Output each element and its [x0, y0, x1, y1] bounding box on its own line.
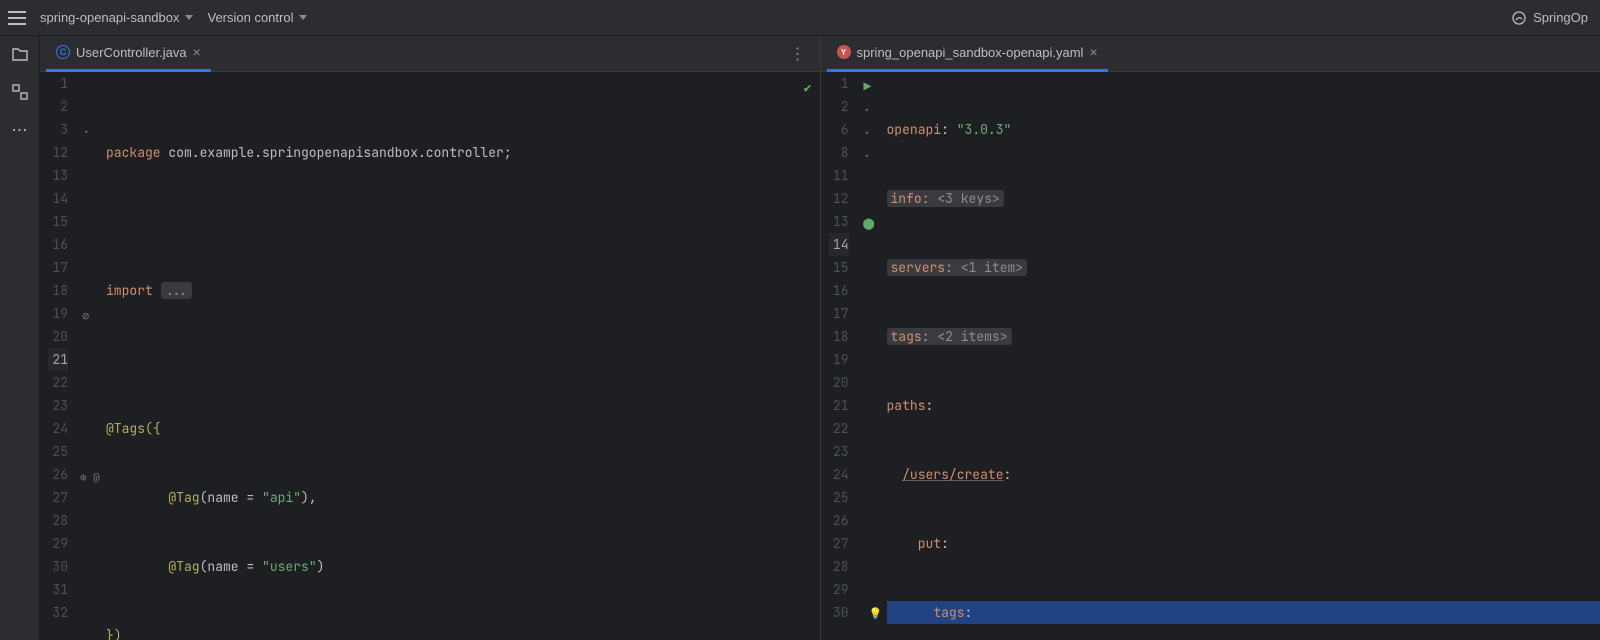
- more-tool-icon[interactable]: ⋯: [10, 120, 30, 140]
- left-gutter-icons: ▸ ⊘ ⊕ @: [80, 72, 100, 640]
- run-gutter-icon[interactable]: ▶: [864, 75, 872, 98]
- editor-split: C UserController.java × ⋮ 1 2 3 12 13 14…: [40, 36, 1600, 640]
- project-name: spring-openapi-sandbox: [40, 10, 179, 25]
- project-tool-icon[interactable]: [10, 44, 30, 64]
- run-config-label: SpringOp: [1533, 10, 1588, 25]
- close-tab-icon[interactable]: ×: [1089, 44, 1097, 60]
- fold-icon[interactable]: ▸: [865, 122, 870, 145]
- tab-label: spring_openapi_sandbox-openapi.yaml: [857, 45, 1084, 60]
- inlay-icon[interactable]: ⊕ @: [80, 467, 100, 490]
- fold-icon[interactable]: ▸: [865, 99, 870, 122]
- tab-openapi-yaml[interactable]: Y spring_openapi_sandbox-openapi.yaml ×: [827, 36, 1108, 72]
- left-editor-pane: C UserController.java × ⋮ 1 2 3 12 13 14…: [40, 36, 821, 640]
- java-class-icon: C: [56, 45, 70, 59]
- run-config[interactable]: SpringOp: [1511, 10, 1588, 26]
- vcs-menu[interactable]: Version control: [207, 10, 307, 25]
- spring-icon: [1511, 10, 1527, 26]
- right-gutter: 1 2 6 8 11 12 13 14 15 16 17 18 19 20 21…: [821, 72, 861, 640]
- close-tab-icon[interactable]: ×: [193, 44, 201, 60]
- yaml-file-icon: Y: [837, 45, 851, 59]
- endpoint-icon[interactable]: ⬤: [863, 213, 875, 236]
- left-code[interactable]: ✔ package com.example.springopenapisandb…: [100, 72, 820, 640]
- titlebar: spring-openapi-sandbox Version control S…: [0, 0, 1600, 36]
- left-code-area[interactable]: 1 2 3 12 13 14 15 16 17 18 19 20 21 22 2…: [40, 72, 820, 640]
- main-menu-icon[interactable]: [8, 11, 26, 25]
- chevron-down-icon: [185, 15, 193, 20]
- left-toolbar: ⋯: [0, 36, 40, 640]
- fold-icon[interactable]: ▸: [865, 145, 870, 168]
- tab-overflow-icon[interactable]: ⋮: [784, 44, 814, 64]
- tab-label: UserController.java: [76, 45, 187, 60]
- right-code[interactable]: openapi: "3.0.3" info: <3 keys> servers:…: [881, 72, 1600, 640]
- inspection-icon[interactable]: ⊘: [82, 305, 89, 328]
- project-selector[interactable]: spring-openapi-sandbox: [40, 10, 193, 25]
- main-area: ⋯ C UserController.java × ⋮ 1 2 3 12 13: [0, 36, 1600, 640]
- tab-usercontroller[interactable]: C UserController.java ×: [46, 36, 211, 72]
- fold-icon[interactable]: ▸: [84, 121, 89, 144]
- right-tabbar: Y spring_openapi_sandbox-openapi.yaml ×: [821, 36, 1600, 72]
- structure-tool-icon[interactable]: [10, 82, 30, 102]
- vcs-label: Version control: [207, 10, 293, 25]
- left-gutter: 1 2 3 12 13 14 15 16 17 18 19 20 21 22 2…: [40, 72, 80, 640]
- chevron-down-icon: [299, 15, 307, 20]
- left-tabbar: C UserController.java × ⋮: [40, 36, 820, 72]
- intention-bulb-icon[interactable]: 💡: [869, 603, 883, 626]
- inspection-ok-icon[interactable]: ✔: [804, 76, 812, 99]
- right-editor-pane: Y spring_openapi_sandbox-openapi.yaml × …: [821, 36, 1600, 640]
- right-code-area[interactable]: 1 2 6 8 11 12 13 14 15 16 17 18 19 20 21…: [821, 72, 1600, 640]
- right-gutter-icons: ▶ ▸ ▸ ▸ ⬤: [861, 72, 881, 640]
